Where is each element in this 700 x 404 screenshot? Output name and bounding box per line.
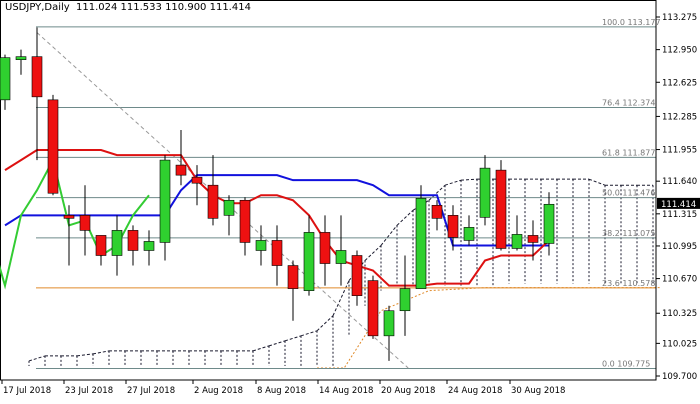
candle-bear <box>287 265 299 289</box>
chart-symbol: USDJPY,Daily <box>5 2 70 13</box>
price-tick-label: 112.625 <box>662 78 697 88</box>
cloud-span-a <box>380 225 398 246</box>
candle-bull <box>143 241 155 251</box>
candle-bull <box>0 57 11 101</box>
candle-bear <box>79 215 91 231</box>
candle-bear <box>191 176 203 184</box>
fib-level-label: 38.2 111.075 <box>602 229 655 238</box>
cloud-span-a <box>588 178 606 186</box>
time-tick-label: 8 Aug 2018 <box>257 386 306 396</box>
candle-bear <box>367 280 379 337</box>
price-tick-label: 109.700 <box>662 372 697 382</box>
time-tick-label: 30 Aug 2018 <box>511 386 565 396</box>
candle-bull <box>335 250 347 264</box>
candle-bull <box>15 56 27 60</box>
fib-level-label: 50.0 111.476 <box>602 189 655 198</box>
time-tick-label: 20 Aug 2018 <box>381 386 435 396</box>
candle-bull <box>159 159 171 243</box>
cloud-span-a <box>28 355 46 362</box>
candle-bull <box>303 232 315 291</box>
price-tick-label: 113.275 <box>662 13 697 23</box>
candle-bull <box>479 167 491 218</box>
chart-ohlc: 111.024 111.533 110.900 111.414 <box>76 2 251 13</box>
cloud-span-a <box>92 350 110 355</box>
price-tick-label: 112.285 <box>662 112 697 122</box>
cloud-span-a <box>252 345 270 352</box>
cloud-span-a <box>300 330 318 337</box>
candle-bear <box>271 240 283 266</box>
candle-bull <box>255 240 267 251</box>
fib-level-label: 23.6 110.578 <box>602 279 655 288</box>
candle-bear <box>31 56 43 98</box>
time-tick-label: 23 Jul 2018 <box>65 386 113 396</box>
candle-bear <box>47 99 59 194</box>
cloud-span-a <box>316 315 334 332</box>
cloud-span-a <box>396 209 414 226</box>
price-tick-label: 111.315 <box>662 210 697 220</box>
candle-bull <box>511 234 523 249</box>
candle-bull <box>383 310 395 337</box>
candle-bear <box>175 164 187 176</box>
candle-bear <box>447 215 459 238</box>
candle-bull <box>111 230 123 256</box>
candle-bear <box>495 169 507 249</box>
candle-bear <box>239 199 251 243</box>
candle-bull <box>543 203 555 244</box>
cloud-span-a <box>284 335 302 342</box>
cloud-span-a <box>444 179 462 186</box>
price-tick-label: 110.025 <box>662 339 697 349</box>
cloud-span-a <box>76 353 94 357</box>
price-tick-label: 110.325 <box>662 309 697 319</box>
candle-bear <box>63 215 75 219</box>
chart: 100.0 113.177 76.4 112.374 61.8 111.877 50.… <box>0 0 700 400</box>
cloud-span-a <box>268 340 286 347</box>
candle-bull <box>415 197 427 289</box>
candle-bull <box>399 288 411 312</box>
time-tick-label: 27 Jul 2018 <box>127 386 175 396</box>
candle-bear <box>95 235 107 256</box>
price-tick-label: 110.670 <box>662 275 697 285</box>
time-tick-label: 17 Jul 2018 <box>3 386 51 396</box>
price-tick-label: 112.950 <box>662 46 697 56</box>
fib-level-label: 100.0 113.177 <box>602 18 661 27</box>
chikou-line <box>0 157 150 290</box>
candle-bear <box>431 204 443 219</box>
chart-canvas: 100.0 113.177 76.4 112.374 61.8 111.877 50.… <box>0 0 700 396</box>
candle-bull <box>463 227 475 241</box>
price-tick-label: 111.640 <box>662 177 697 187</box>
time-tick-label: 2 Aug 2018 <box>194 386 243 396</box>
candle-bear <box>127 230 139 251</box>
fib-level-label: 61.8 111.877 <box>602 148 655 157</box>
current-price-label: 111.414 <box>661 200 696 210</box>
price-tick-label: 110.995 <box>662 242 697 252</box>
candle-bear <box>319 232 331 264</box>
fib-level-label: 76.4 112.374 <box>602 98 655 107</box>
candle-bull <box>223 199 235 216</box>
time-tick-label: 14 Aug 2018 <box>319 386 373 396</box>
candle-bear <box>207 184 219 219</box>
plot-frame <box>0 0 657 381</box>
price-tick-label: 111.955 <box>662 146 697 156</box>
fib-level-label: 0.0 109.775 <box>602 359 650 368</box>
candle-bear <box>351 255 363 296</box>
cloud-span-a <box>460 178 478 181</box>
candle-bear <box>527 235 539 243</box>
cloud-span-a <box>332 280 350 316</box>
cloud-span-a <box>364 245 382 261</box>
time-tick-label: 24 Aug 2018 <box>448 386 502 396</box>
